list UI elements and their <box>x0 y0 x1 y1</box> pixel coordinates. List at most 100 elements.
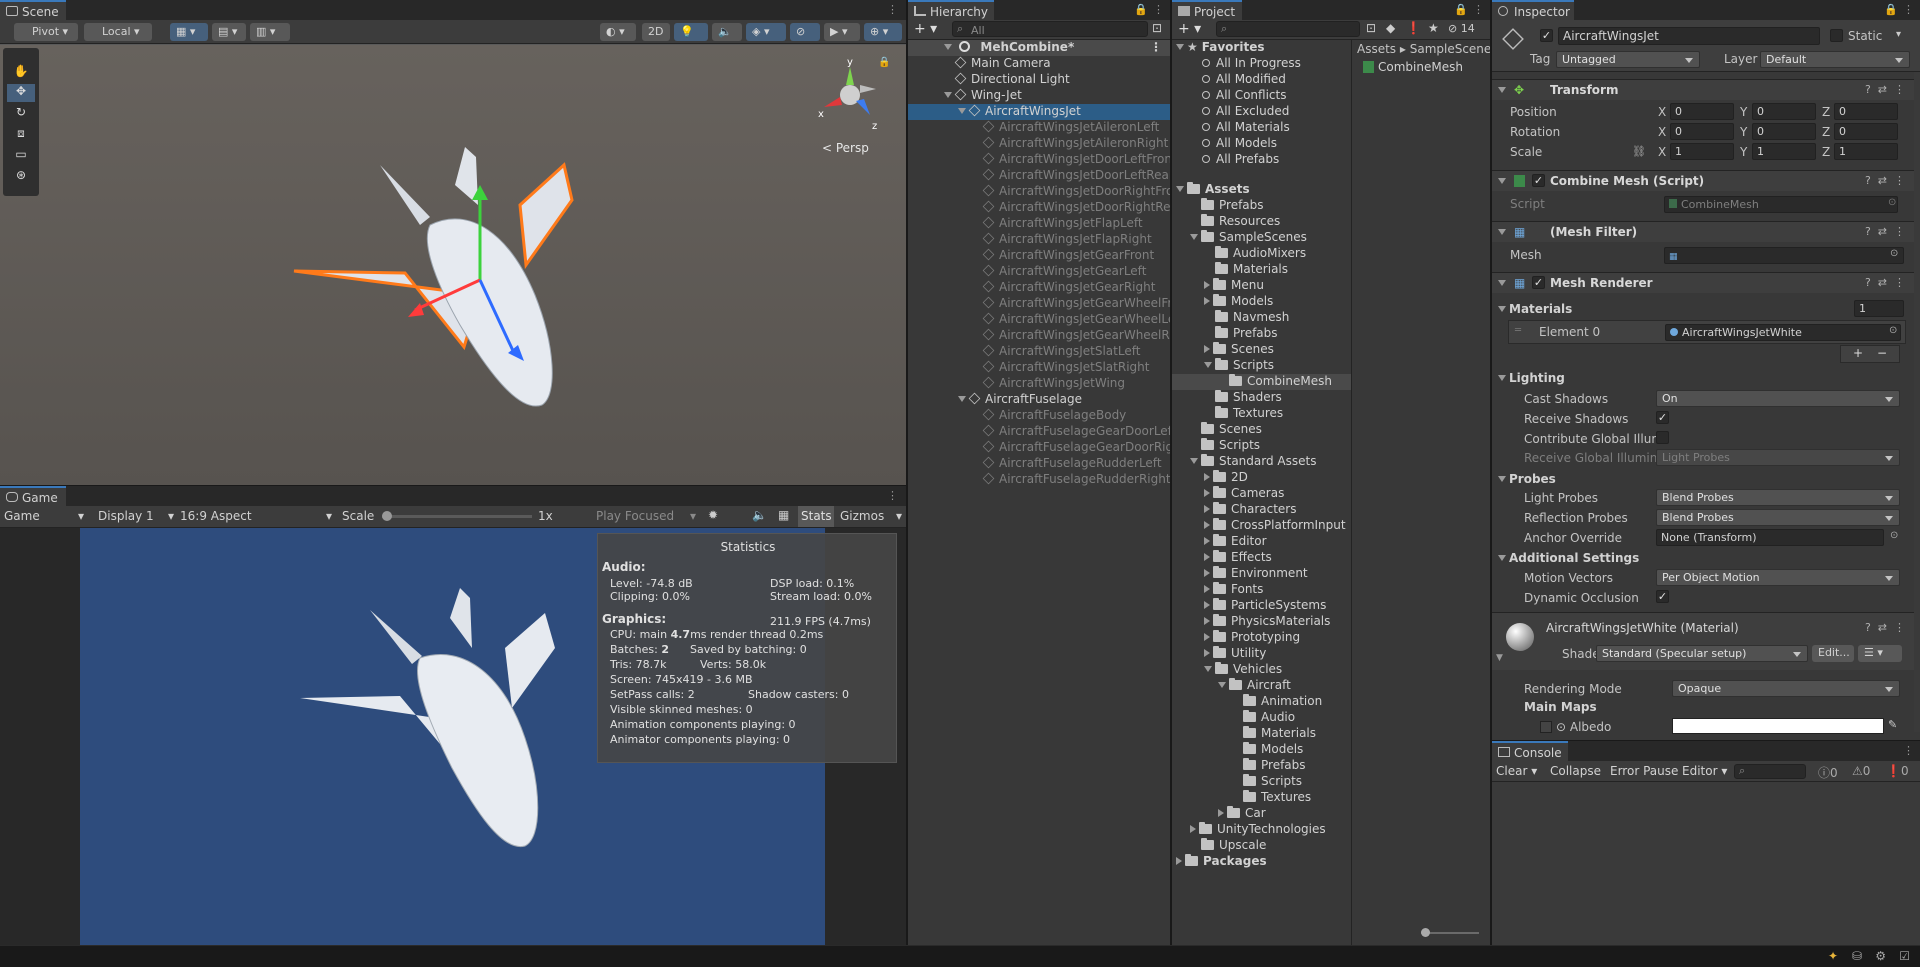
anchor-override-picker-icon[interactable]: ⊙ <box>1890 530 1898 541</box>
position-x-label[interactable]: X <box>1658 105 1666 119</box>
project-folder-item[interactable]: ParticleSystems <box>1172 598 1351 614</box>
project-folder-item[interactable]: PhysicsMaterials <box>1172 614 1351 630</box>
project-folder-item[interactable]: Packages <box>1172 854 1351 870</box>
tab-hierarchy[interactable]: Hierarchy <box>908 0 994 20</box>
project-lock-icon[interactable]: 🔒 <box>1454 3 1468 16</box>
project-folder-item[interactable]: Prefabs <box>1172 326 1351 342</box>
fold-closed-icon[interactable] <box>1204 281 1210 289</box>
favorites-star-icon[interactable]: ★ <box>1428 21 1439 35</box>
favorite-item[interactable]: All Conflicts <box>1172 88 1286 104</box>
transform-tool-icon[interactable]: ⊛ <box>7 168 35 186</box>
motion-vectors-dropdown[interactable]: Per Object Motion <box>1656 569 1900 586</box>
project-folder-item[interactable]: Shaders <box>1172 390 1351 406</box>
fold-open-icon[interactable] <box>1204 666 1212 672</box>
project-folder-item[interactable]: Textures <box>1172 406 1351 422</box>
favorites-header[interactable]: ★ Favorites <box>1172 40 1351 56</box>
rotation-z-field[interactable]: 0 <box>1834 123 1898 140</box>
hierarchy-item[interactable]: AircraftWingsJetGearFront <box>908 248 1170 264</box>
project-folder-item[interactable]: Models <box>1172 294 1351 310</box>
fold-closed-icon[interactable] <box>1204 553 1210 561</box>
mesh-renderer-fold-icon[interactable] <box>1498 280 1506 286</box>
project-folder-item[interactable]: Environment <box>1172 566 1351 582</box>
inspector-lock-icon[interactable]: 🔒 <box>1884 3 1898 16</box>
projection-label[interactable]: < Persp <box>822 141 869 155</box>
scene-menu-icon[interactable]: ⋮ <box>887 3 898 16</box>
hierarchy-item[interactable]: Wing-Jet <box>908 88 1170 104</box>
project-folder-item[interactable]: Scenes <box>1172 342 1351 358</box>
camera-settings-icon[interactable]: ▶ ▾ <box>824 23 860 41</box>
console-menu-icon[interactable]: ⋮ <box>1903 744 1914 757</box>
project-folder-item[interactable]: Effects <box>1172 550 1351 566</box>
project-folder-item[interactable]: Characters <box>1172 502 1351 518</box>
project-folder-item[interactable]: Scripts <box>1172 358 1351 374</box>
tab-inspector[interactable]: Inspector <box>1492 0 1574 20</box>
lighting-toggle-icon[interactable]: 💡 <box>674 23 708 41</box>
combine-mesh-header[interactable]: ✓ Combine Mesh (Script) ?⇄⋮ <box>1492 170 1920 191</box>
breadcrumb-samplescenes[interactable]: SampleScenes <box>1410 42 1490 56</box>
scale-x-label[interactable]: X <box>1658 145 1666 159</box>
fold-closed-icon[interactable] <box>1176 857 1182 865</box>
aircraft-scene-model[interactable] <box>280 105 620 445</box>
scale-slider-handle[interactable] <box>382 511 392 521</box>
hierarchy-menu-icon[interactable]: ⋮ <box>1153 3 1164 16</box>
static-dropdown-icon[interactable]: ▾ <box>1896 29 1901 40</box>
project-folder-item[interactable]: Vehicles <box>1172 662 1351 678</box>
progress-icon[interactable]: ✦ <box>1828 949 1838 963</box>
project-folder-item[interactable]: Fonts <box>1172 582 1351 598</box>
fold-closed-icon[interactable] <box>1204 633 1210 641</box>
scale-z-field[interactable]: 1 <box>1834 143 1898 160</box>
hierarchy-item[interactable]: AircraftFuselageRudderLeft <box>908 456 1170 472</box>
tab-console[interactable]: Console <box>1492 741 1568 761</box>
hierarchy-item[interactable]: AircraftFuselageRudderRight <box>908 472 1170 488</box>
hierarchy-item[interactable]: AircraftFuselage <box>908 392 1170 408</box>
fold-closed-icon[interactable] <box>1204 345 1210 353</box>
tab-game[interactable]: Game <box>0 486 66 506</box>
remove-material-button[interactable]: − <box>1877 346 1887 360</box>
hierarchy-item[interactable]: AircraftFuselageGearDoorRight <box>908 440 1170 456</box>
hierarchy-item[interactable]: AircraftWingsJetGearRight <box>908 280 1170 296</box>
hierarchy-item[interactable]: AircraftWingsJetGearWheelLeft <box>908 312 1170 328</box>
albedo-texture-slot[interactable] <box>1540 721 1552 733</box>
display-dropdown[interactable]: Display 1 ▾ <box>98 509 176 523</box>
hierarchy-item[interactable]: AircraftWingsJetSlatRight <box>908 360 1170 376</box>
shader-menu-button[interactable]: ☰ ▾ <box>1858 645 1902 662</box>
clear-button[interactable]: Clear ▾ <box>1496 764 1537 778</box>
hierarchy-item[interactable]: AircraftFuselageBody <box>908 408 1170 424</box>
additional-settings-section[interactable]: Additional Settings <box>1498 551 1639 565</box>
probes-fold-icon[interactable] <box>1498 476 1506 482</box>
hierarchy-search-input[interactable]: ⌕ All <box>952 21 1148 37</box>
mesh-renderer-enabled-checkbox[interactable]: ✓ <box>1532 276 1545 289</box>
receive-shadows-checkbox[interactable]: ✓ <box>1656 411 1669 424</box>
position-y-field[interactable]: 0 <box>1752 103 1816 120</box>
audio-toggle-icon[interactable]: 🔈 <box>712 23 742 41</box>
materials-section[interactable]: Materials <box>1498 302 1572 316</box>
favorite-item[interactable]: All Modified <box>1172 72 1286 88</box>
move-tool-icon[interactable]: ✥ <box>7 84 35 102</box>
assets-fold-icon[interactable] <box>1176 186 1184 192</box>
play-focused-dropdown[interactable]: Play Focused ▾ <box>596 509 700 523</box>
tab-scene[interactable]: Scene <box>0 0 66 20</box>
position-y-label[interactable]: Y <box>1740 105 1747 119</box>
project-folder-item[interactable]: CrossPlatformInput <box>1172 518 1351 534</box>
combine-mesh-enabled-checkbox[interactable]: ✓ <box>1532 174 1545 187</box>
hierarchy-item[interactable]: AircraftWingsJetDoorRightRear <box>908 200 1170 216</box>
fold-closed-icon[interactable] <box>1204 505 1210 513</box>
position-z-label[interactable]: Z <box>1822 105 1830 119</box>
gizmos-dropdown[interactable]: Gizmos ▾ <box>840 509 902 523</box>
scale-z-label[interactable]: Z <box>1822 145 1830 159</box>
project-folder-item[interactable]: Editor <box>1172 534 1351 550</box>
hierarchy-item[interactable]: AircraftWingsJetAileronLeft <box>908 120 1170 136</box>
fold-closed-icon[interactable] <box>1204 617 1210 625</box>
project-folder-item[interactable]: Animation <box>1172 694 1351 710</box>
scale-y-label[interactable]: Y <box>1740 145 1747 159</box>
rotation-z-label[interactable]: Z <box>1822 125 1830 139</box>
shader-edit-button[interactable]: Edit... <box>1812 645 1854 662</box>
game-menu-icon[interactable]: ⋮ <box>887 489 898 502</box>
rotation-x-field[interactable]: 0 <box>1670 123 1734 140</box>
favorite-item[interactable]: All In Progress <box>1172 56 1301 72</box>
cache-server-icon[interactable]: ⛁ <box>1852 949 1862 963</box>
fold-closed-icon[interactable] <box>1204 537 1210 545</box>
mute-audio-icon[interactable]: 🔈 <box>752 508 767 522</box>
fold-open-icon[interactable] <box>1218 682 1226 688</box>
grid-snap-button[interactable]: ▦ ▾ <box>170 23 208 41</box>
